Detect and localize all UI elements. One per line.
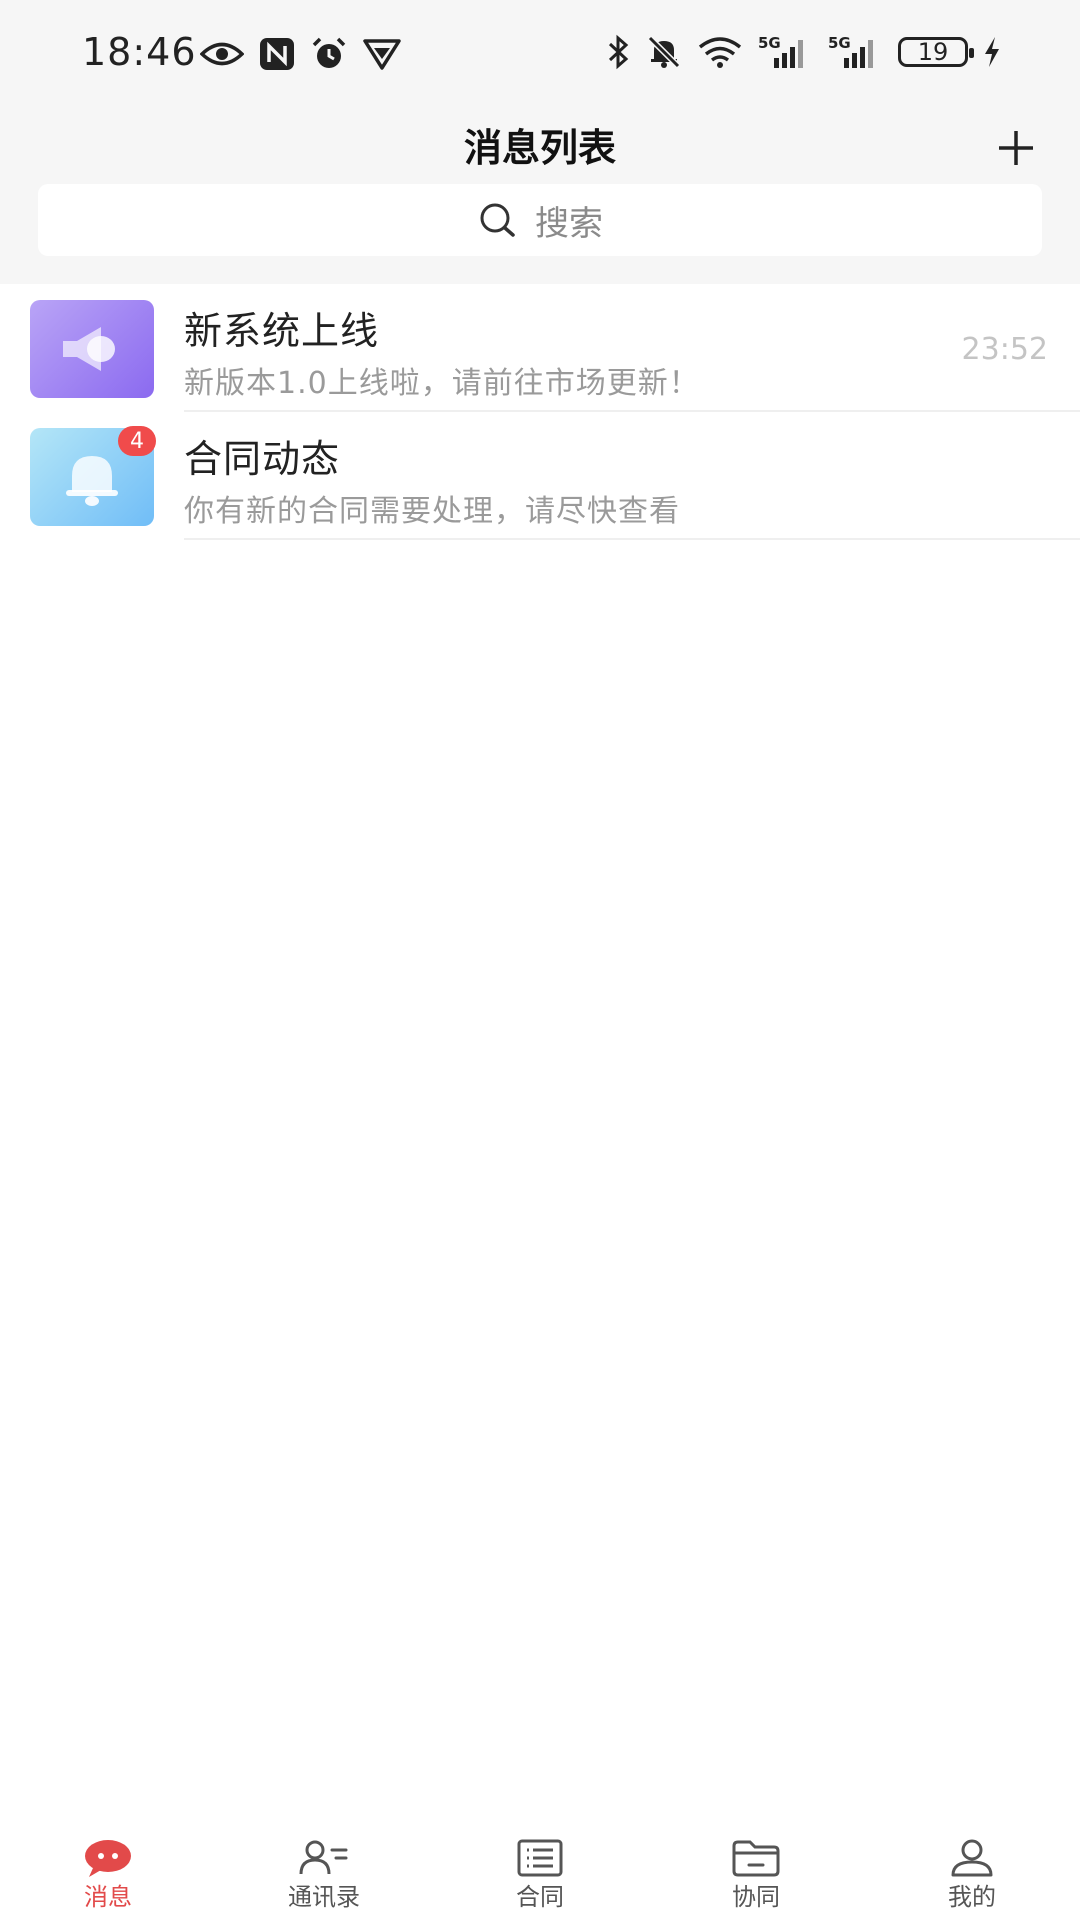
avatar: 4	[30, 426, 156, 526]
add-button[interactable]	[988, 120, 1044, 176]
svg-text:5G: 5G	[828, 34, 851, 52]
unread-badge: 4	[118, 426, 156, 456]
alarm-icon	[310, 36, 348, 72]
message-preview: 你有新的合同需要处理，请尽快查看	[184, 494, 680, 529]
contract-list-icon	[514, 1836, 566, 1880]
nav-label: 协同	[732, 1883, 780, 1911]
divider	[184, 538, 1080, 540]
svg-text:5G: 5G	[758, 34, 781, 52]
bluetooth-icon	[606, 34, 632, 70]
bell-icon	[66, 456, 118, 506]
nav-label: 我的	[948, 1883, 996, 1911]
message-title: 合同动态	[184, 437, 341, 481]
status-left-icons	[200, 36, 402, 72]
eye-icon	[200, 39, 244, 69]
message-preview: 新版本1.0上线啦，请前往市场更新！	[184, 366, 700, 401]
search-input[interactable]: 搜索	[38, 184, 1042, 256]
list-item[interactable]: 4 合同动态 你有新的合同需要处理，请尽快查看	[0, 412, 1080, 540]
status-right-icons: 5G 5G 19	[606, 34, 1002, 70]
wifi-icon	[696, 35, 744, 69]
page-title: 消息列表	[463, 126, 616, 170]
speaker-icon	[63, 327, 115, 371]
signal-5g-icon: 5G	[758, 34, 814, 70]
shield-icon	[362, 37, 402, 71]
profile-icon	[946, 1836, 998, 1880]
search-placeholder: 搜索	[535, 203, 603, 244]
message-bubble-icon	[82, 1836, 134, 1880]
message-time: 23:52	[961, 332, 1048, 367]
nfc-icon	[258, 36, 296, 72]
charging-icon	[982, 35, 1002, 69]
battery-icon: 19	[898, 37, 974, 67]
nav-label: 消息	[84, 1883, 132, 1911]
tab-profile[interactable]: 我的	[864, 1828, 1080, 1920]
bell-muted-icon	[646, 34, 682, 70]
plus-icon	[999, 131, 1033, 165]
avatar	[30, 300, 154, 398]
tab-contacts[interactable]: 通讯录	[216, 1828, 432, 1920]
nav-label: 通讯录	[288, 1883, 360, 1911]
bottom-nav: 消息 通讯录 合同 协同 我的	[0, 1828, 1080, 1920]
list-item[interactable]: 新系统上线 新版本1.0上线啦，请前往市场更新！ 23:52	[0, 284, 1080, 412]
battery-level: 19	[917, 38, 949, 66]
signal-5g-icon: 5G	[828, 34, 884, 70]
tab-collaboration[interactable]: 协同	[648, 1828, 864, 1920]
status-bar: 18:46 5G 5G 19	[0, 0, 1080, 108]
contacts-icon	[298, 1836, 350, 1880]
header: 消息列表	[0, 108, 1080, 188]
message-title: 新系统上线	[184, 309, 380, 353]
search-icon	[480, 203, 515, 237]
tab-messages[interactable]: 消息	[0, 1828, 216, 1920]
folder-icon	[730, 1836, 782, 1880]
message-list: 新系统上线 新版本1.0上线啦，请前往市场更新！ 23:52 4 合同动态 你有…	[0, 284, 1080, 540]
status-time: 18:46	[82, 30, 197, 74]
tab-contracts[interactable]: 合同	[432, 1828, 648, 1920]
nav-label: 合同	[516, 1883, 564, 1911]
